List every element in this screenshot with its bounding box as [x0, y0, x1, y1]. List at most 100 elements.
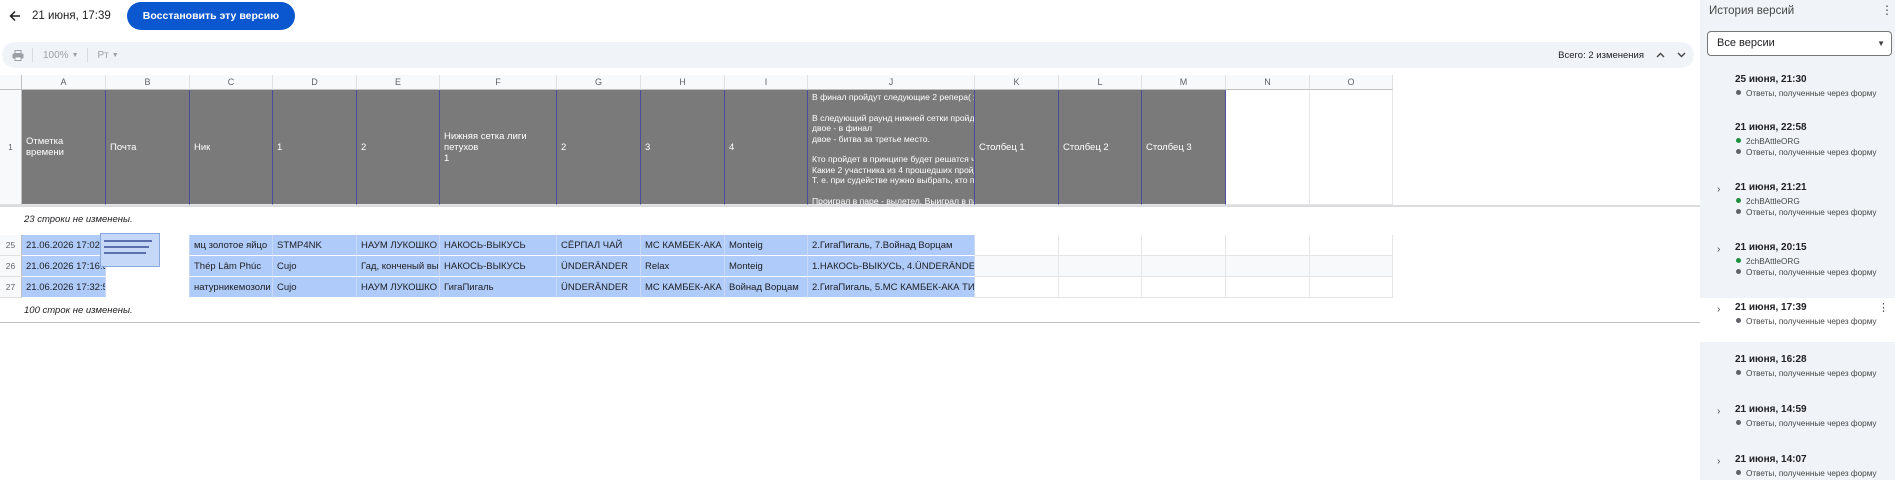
data-cell[interactable]: СЁРПАЛ ЧАЙ — [557, 235, 641, 256]
data-cell[interactable]: НАУМ ЛУКОШКО — [357, 277, 440, 298]
data-cell[interactable]: 21.06.2026 17:02:35 — [22, 235, 106, 256]
data-cell[interactable]: МС КАМБЕК-АКА ТИМОХА — [641, 277, 725, 298]
empty-cell[interactable] — [1226, 277, 1310, 298]
header-cell[interactable]: В финал пройдут следующие 2 репера( жела… — [808, 90, 975, 205]
data-cell[interactable]: Cujo — [273, 256, 357, 277]
empty-cell[interactable] — [1059, 256, 1142, 277]
expand-chevron-icon[interactable]: › — [1717, 184, 1720, 195]
column-header[interactable]: J — [808, 75, 975, 90]
version-item[interactable]: › 21 июня, 21:21 2chBAttleORG Ответы, получ… — [1700, 178, 1895, 234]
version-item[interactable]: 25 июня, 21:30 Ответы, полученные через ф… — [1700, 70, 1895, 114]
row-header[interactable]: 1 — [0, 90, 22, 205]
column-header[interactable]: A — [22, 75, 106, 90]
next-change-button[interactable] — [1677, 50, 1686, 60]
empty-cell[interactable] — [975, 256, 1059, 277]
data-cell[interactable]: 21.06.2026 17:16:37 — [22, 256, 106, 277]
data-cell[interactable]: 1.НАКОСЬ-ВЫКУСЬ, 4.ÜNDERÄNDER, 8.Monteig — [808, 256, 975, 277]
print-button[interactable] — [12, 49, 24, 61]
column-header[interactable]: B — [106, 75, 190, 90]
data-cell[interactable]: НАКОСЬ-ВЫКУСЬ — [440, 256, 557, 277]
data-cell[interactable]: ÜNDERÄNDER — [557, 277, 641, 298]
empty-cell[interactable] — [1310, 235, 1393, 256]
data-cell[interactable]: Monteig — [725, 256, 808, 277]
version-item[interactable]: 21 июня, 16:28 Ответы, полученные через ф… — [1700, 350, 1895, 394]
row-header[interactable]: 27 — [0, 277, 22, 298]
data-cell[interactable]: Гад, конченый выблядок — [357, 256, 440, 277]
empty-cell[interactable] — [1310, 90, 1393, 205]
data-cell[interactable]: Monteig — [725, 235, 808, 256]
row-header[interactable]: 25 — [0, 235, 22, 256]
data-cell[interactable]: Thép Lâm Phúc — [190, 256, 273, 277]
empty-cell[interactable] — [1226, 235, 1310, 256]
row-header[interactable]: 26 — [0, 256, 22, 277]
header-cell[interactable]: 4 — [725, 90, 808, 205]
more-vert-icon[interactable]: ⋮ — [1878, 301, 1889, 314]
data-cell[interactable]: 2.ГигаПигаль, 5.МС КАМБЕК-АКА ТИМОХА-БРА… — [808, 277, 975, 298]
expand-chevron-icon[interactable]: › — [1717, 456, 1720, 467]
data-cell[interactable]: Войнад Ворцам — [725, 277, 808, 298]
column-header[interactable]: L — [1059, 75, 1142, 90]
header-cell[interactable]: Отметка времени — [22, 90, 106, 205]
empty-cell[interactable] — [1142, 256, 1226, 277]
empty-cell[interactable] — [1226, 256, 1310, 277]
restore-version-button[interactable]: Восстановить эту версию — [126, 2, 296, 30]
empty-cell[interactable] — [1059, 235, 1142, 256]
data-cell[interactable]: МС КАМБЕК-АКА ТИМОХА — [641, 235, 725, 256]
spreadsheet-grid[interactable]: A B C D E F G H I J K L M N O 1 Отметка времени Почта Ник 1… — [0, 75, 1700, 335]
header-cell[interactable]: Столбец 1 — [975, 90, 1059, 205]
format-select[interactable]: Рт ▼ — [98, 50, 119, 61]
data-cell[interactable]: НАУМ ЛУКОШКО — [357, 235, 440, 256]
data-cell[interactable]: натурникемозоли — [190, 277, 273, 298]
empty-cell[interactable] — [975, 235, 1059, 256]
column-header[interactable]: M — [1142, 75, 1226, 90]
data-cell[interactable] — [106, 277, 190, 298]
column-header[interactable]: D — [273, 75, 357, 90]
column-header[interactable]: C — [190, 75, 273, 90]
more-vert-icon[interactable]: ⋮ — [1881, 3, 1893, 17]
version-item[interactable]: › 21 июня, 17:39 Ответы, полученные через … — [1700, 298, 1895, 342]
data-cell[interactable]: Relax — [641, 256, 725, 277]
empty-cell[interactable] — [1059, 277, 1142, 298]
zoom-select[interactable]: 100% ▼ — [43, 50, 79, 61]
data-cell[interactable]: Cujo — [273, 277, 357, 298]
data-cell[interactable]: 21.06.2026 17:32:58 — [22, 277, 106, 298]
version-item[interactable]: › 21 июня, 14:07 Ответы, полученные через … — [1700, 450, 1895, 480]
expand-chevron-icon[interactable]: › — [1717, 304, 1720, 315]
header-cell[interactable]: Нижняя сетка лиги петухов 1 — [440, 90, 557, 205]
empty-cell[interactable] — [975, 277, 1059, 298]
data-cell[interactable]: НАКОСЬ-ВЫКУСЬ — [440, 235, 557, 256]
header-cell[interactable]: 3 — [641, 90, 725, 205]
column-header[interactable]: K — [975, 75, 1059, 90]
header-cell[interactable]: Ник — [190, 90, 273, 205]
empty-cell[interactable] — [1310, 256, 1393, 277]
data-cell[interactable]: STMP4NK — [273, 235, 357, 256]
data-cell[interactable]: ГигаПигаль — [440, 277, 557, 298]
back-button[interactable] — [4, 5, 26, 27]
expand-chevron-icon[interactable]: › — [1717, 244, 1720, 255]
data-cell[interactable]: ÜNDERÄNDER — [557, 256, 641, 277]
empty-cell[interactable] — [1142, 235, 1226, 256]
column-header[interactable]: O — [1310, 75, 1393, 90]
data-cell[interactable]: 2.ГигаПигаль, 7.Войнад Ворцам — [808, 235, 975, 256]
header-cell[interactable]: 2 — [557, 90, 641, 205]
expand-chevron-icon[interactable]: › — [1717, 406, 1720, 417]
header-cell[interactable]: 1 — [273, 90, 357, 205]
select-all-corner[interactable] — [0, 75, 22, 90]
column-header[interactable]: I — [725, 75, 808, 90]
empty-cell[interactable] — [1142, 277, 1226, 298]
header-cell[interactable]: Столбец 3 — [1142, 90, 1226, 205]
data-cell[interactable]: мц золотое яйцо — [190, 235, 273, 256]
column-header[interactable]: N — [1226, 75, 1310, 90]
header-cell[interactable]: Почта — [106, 90, 190, 205]
empty-cell[interactable] — [1226, 90, 1310, 205]
version-item[interactable]: 21 июня, 22:58 2chBAttleORG Ответы, получе… — [1700, 118, 1895, 174]
previous-change-button[interactable] — [1656, 50, 1665, 60]
header-cell[interactable]: 2 — [357, 90, 440, 205]
column-header[interactable]: E — [357, 75, 440, 90]
version-item[interactable]: › 21 июня, 20:15 2chBAttleORG Ответы, получ… — [1700, 238, 1895, 294]
version-filter-select[interactable]: Все версии ▼ — [1707, 31, 1892, 56]
column-header[interactable]: H — [641, 75, 725, 90]
column-header[interactable]: F — [440, 75, 557, 90]
version-item[interactable]: › 21 июня, 14:59 Ответы, полученные через … — [1700, 400, 1895, 444]
header-cell[interactable]: Столбец 2 — [1059, 90, 1142, 205]
